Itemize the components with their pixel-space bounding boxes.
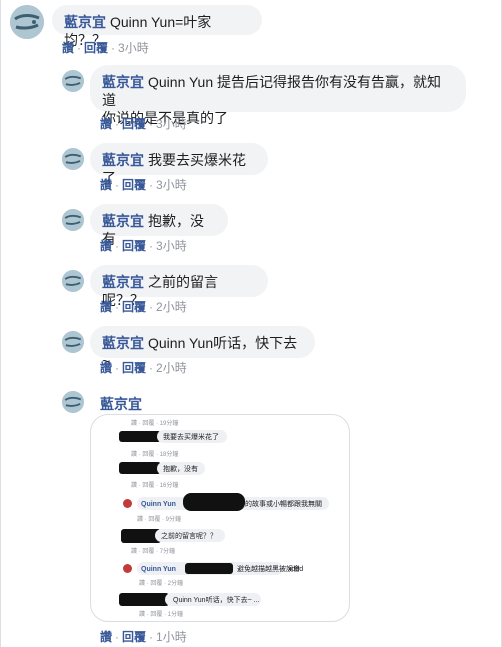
comment-text-line-1: Quinn Yun 提告后记得报告你有没有告赢，就知道 [102, 74, 442, 108]
redacted-name [183, 493, 245, 511]
comment-bubble: 藍京宜 Quinn Yun 提告后记得报告你有没有告赢，就知道 你说的是不是真的了 [90, 65, 466, 126]
avatar-picture-icon [62, 70, 84, 92]
timestamp[interactable]: 3小時 [156, 117, 187, 131]
avatar[interactable] [62, 209, 84, 231]
avatar[interactable] [62, 391, 84, 413]
avatar [123, 499, 132, 508]
reply-button[interactable]: 回覆 [122, 300, 146, 314]
mini-extra-text: xddd [288, 566, 304, 573]
mini-text: 我要去买爆米花了 [163, 434, 219, 441]
avatar-picture-icon [62, 331, 84, 353]
comment-actions: 讚 · 回覆 · 3小時 [100, 117, 187, 131]
avatar[interactable] [62, 148, 84, 170]
comment-actions: 讚 · 回覆 · 2小時 [100, 300, 187, 314]
mini-meta: 讚 · 回覆 · 19分鐘 [131, 421, 179, 427]
reply-button[interactable]: 回覆 [84, 41, 108, 55]
like-button[interactable]: 讚 [100, 117, 112, 131]
comment-actions: 讚 · 回覆 · 2小時 [100, 361, 187, 375]
avatar-picture-icon [62, 148, 84, 170]
comment-author[interactable]: 藍京宜 [102, 274, 144, 290]
timestamp[interactable]: 3小時 [156, 239, 187, 253]
mini-meta: 讚 · 回覆 · 18分鐘 [131, 452, 179, 458]
attached-screenshot[interactable]: 讚 · 回覆 · 19分鐘 我要去买爆米花了 讚 · 回覆 · 18分鐘 抱歉，… [90, 414, 350, 622]
comment-author[interactable]: 藍京宜 [100, 394, 142, 414]
redacted-name [185, 563, 233, 574]
mini-meta: 讚 · 回覆 · 16分鐘 [131, 483, 179, 489]
comment-author[interactable]: 藍京宜 [102, 335, 144, 351]
timestamp[interactable]: 3小時 [156, 178, 187, 192]
avatar[interactable] [62, 270, 84, 292]
comment-actions: 讚 · 回覆 · 3小時 [100, 178, 187, 192]
redacted-name [119, 462, 161, 474]
mini-text: Quinn Yun听话，快下去~ ... [173, 597, 260, 604]
mini-meta: 讚 · 回覆 · 9分鐘 [137, 517, 182, 523]
comment-bubble: 藍京宜 之前的留言呢？？ [90, 265, 268, 308]
comment-actions: 讚 · 回覆 · 3小時 [62, 41, 149, 55]
mini-text: 的故事或小暢都跟我無關 [245, 501, 322, 508]
timestamp[interactable]: 2小時 [156, 300, 187, 314]
mini-meta: 讚 · 回覆 · 1分鐘 [139, 612, 184, 618]
avatar-picture-icon [62, 391, 84, 413]
comment-bubble: 藍京宜 Quinn Yun=叶家均？？ [52, 5, 262, 48]
avatar-picture-icon [62, 270, 84, 292]
like-button[interactable]: 讚 [100, 630, 112, 644]
like-button[interactable]: 讚 [100, 300, 112, 314]
comment-author[interactable]: 藍京宜 [102, 152, 144, 168]
reply-button[interactable]: 回覆 [122, 117, 146, 131]
comment-bubble: 藍京宜 我要去买爆米花了 [90, 143, 268, 186]
avatar-picture-icon [10, 5, 44, 39]
mini-text: 之前的留言呢？？ [161, 533, 217, 540]
left-border [0, 0, 1, 647]
timestamp[interactable]: 1小時 [156, 630, 187, 644]
redacted-name [119, 431, 161, 442]
mini-meta: 讚 · 回覆 · 7分鐘 [131, 549, 176, 555]
reply-button[interactable]: 回覆 [122, 361, 146, 375]
comment-author[interactable]: 藍京宜 [102, 213, 144, 229]
like-button[interactable]: 讚 [62, 41, 74, 55]
avatar[interactable] [10, 5, 44, 39]
comment-author[interactable]: 藍京宜 [64, 14, 106, 30]
avatar-picture-icon [62, 209, 84, 231]
comment-bubble: 藍京宜 Quinn Yun听话，快下去~ [90, 326, 315, 369]
mini-text: 抱歉，没有 [163, 466, 198, 473]
reply-button[interactable]: 回覆 [122, 239, 146, 253]
comment-actions: 讚 · 回覆 · 3小時 [100, 239, 187, 253]
avatar[interactable] [62, 331, 84, 353]
mini-meta: 讚 · 回覆 · 2分鐘 [139, 581, 184, 587]
comment-bubble: 藍京宜 抱歉，没有 [90, 204, 228, 247]
like-button[interactable]: 讚 [100, 178, 112, 192]
redacted-name [119, 593, 169, 606]
timestamp[interactable]: 2小時 [156, 361, 187, 375]
like-button[interactable]: 讚 [100, 239, 112, 253]
comment-actions: 讚 · 回覆 · 1小時 [100, 630, 187, 644]
reply-button[interactable]: 回覆 [122, 178, 146, 192]
timestamp[interactable]: 3小時 [118, 41, 149, 55]
comment-author[interactable]: 藍京宜 [102, 74, 144, 90]
avatar[interactable] [62, 70, 84, 92]
mini-name: Quinn Yun [141, 566, 176, 573]
avatar [123, 564, 132, 573]
like-button[interactable]: 讚 [100, 361, 112, 375]
mini-name: Quinn Yun [141, 501, 176, 508]
reply-button[interactable]: 回覆 [122, 630, 146, 644]
